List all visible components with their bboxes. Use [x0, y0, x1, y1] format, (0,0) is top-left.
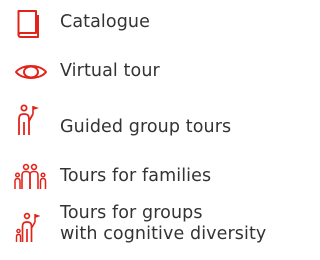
- menu-item-guided-group-tours[interactable]: Guided group tours: [0, 100, 274, 150]
- menu-item-label: Virtual tour: [60, 61, 160, 81]
- menu-item-label-secondary: with cognitive diversity: [60, 224, 267, 244]
- menu-item-catalogue[interactable]: Catalogue: [0, 0, 274, 48]
- guide-with-group-icon: [15, 212, 50, 244]
- family-icon: [14, 163, 48, 190]
- book-icon: [15, 9, 49, 39]
- menu-item-tours-for-families[interactable]: Tours for families: [0, 156, 274, 200]
- menu-item-label: Guided group tours: [60, 117, 232, 137]
- menu-item-label: Tours for groups: [60, 203, 203, 223]
- guide-with-flag-icon: [16, 104, 50, 136]
- menu-item-tours-for-groups-cognitive-diversity[interactable]: Tours for groups with cognitive diversit…: [0, 203, 274, 260]
- menu-item-virtual-tour[interactable]: Virtual tour: [0, 55, 274, 93]
- eye-icon: [14, 63, 48, 81]
- menu-item-label: Tours for families: [60, 166, 212, 186]
- menu-item-label: Catalogue: [60, 12, 150, 32]
